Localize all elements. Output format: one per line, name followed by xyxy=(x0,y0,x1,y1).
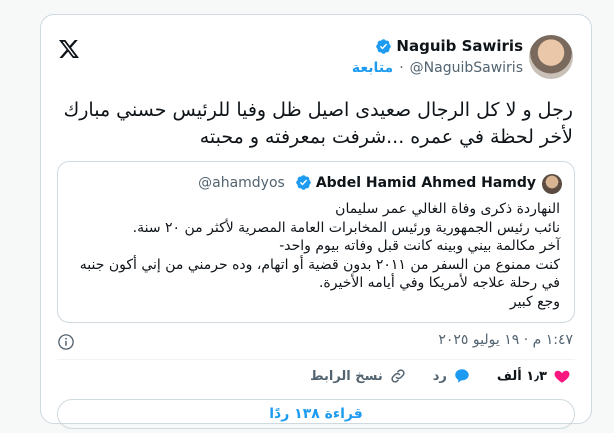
likes-count: ١٫٣ ألف xyxy=(496,368,547,384)
follow-button[interactable]: متابعة xyxy=(352,60,393,76)
copy-link-label: نسخ الرابط xyxy=(310,368,383,384)
link-icon xyxy=(391,369,405,383)
quoted-text: النهاردة ذكرى وفاة الغالي عمر سليمان نائ… xyxy=(70,200,560,311)
reply-label: رد xyxy=(432,368,447,384)
x-logo-icon[interactable] xyxy=(57,37,81,61)
verified-badge-icon xyxy=(376,38,392,54)
quoted-handle: @ahamdyos xyxy=(198,174,285,191)
info-icon[interactable] xyxy=(57,333,75,351)
quoted-tweet[interactable]: @ahamdyos Abdel Hamid Ahmed Hamdy النهار… xyxy=(57,161,575,323)
verified-badge-icon xyxy=(296,175,311,190)
quoted-avatar xyxy=(542,174,562,194)
tweet-text: رجل و لا كل الرجال صعيدى اصيل ظل وفيا لل… xyxy=(53,97,573,151)
quoted-line: كنت ممنوع من السفر من ٢٠١١ بدون قضية أو … xyxy=(79,256,560,273)
tweet-line: لأخر لحظة في عمره ...شرفت بمعرفته و محبت… xyxy=(199,126,573,148)
author-name-row[interactable]: Naguib Sawiris xyxy=(375,37,523,55)
reply-button[interactable]: رد xyxy=(433,367,471,385)
quoted-line: آخر مكالمة بيني وبينه كانت قبل وفاته بيو… xyxy=(279,238,560,254)
quoted-author-name: Abdel Hamid Ahmed Hamdy xyxy=(315,174,536,191)
avatar[interactable] xyxy=(529,35,573,79)
divider xyxy=(57,359,575,360)
heart-icon xyxy=(554,370,570,383)
author-handle[interactable]: @NaguibSawiris xyxy=(410,60,523,76)
tweet-timestamp[interactable]: ١:٤٧ م · ١٩ يوليو ٢٠٢٥ xyxy=(438,332,573,348)
author-handle-row: متابعة · @NaguibSawiris xyxy=(352,60,523,76)
quoted-line: في رحلة علاجه لأمريكا وفي أيامه الأخيرة. xyxy=(318,275,560,291)
action-bar: ١٫٣ ألف رد نسخ الرابط xyxy=(310,367,571,385)
author-name: Naguib Sawiris xyxy=(396,37,523,55)
like-button[interactable]: ١٫٣ ألف xyxy=(497,367,571,385)
tweet-card[interactable]: Naguib Sawiris متابعة · @NaguibSawiris ر… xyxy=(40,14,592,429)
reply-bubble-icon xyxy=(455,369,469,383)
quoted-line: وجع كبير xyxy=(509,293,560,310)
quoted-line: نائب رئيس الجمهورية ورئيس المخابرات العا… xyxy=(132,219,560,236)
quoted-line: النهاردة ذكرى وفاة الغالي عمر سليمان xyxy=(335,201,560,217)
tweet-line: رجل و لا كل الرجال صعيدى اصيل ظل وفيا لل… xyxy=(63,99,573,121)
separator-dot: · xyxy=(399,60,404,76)
quoted-author-row: @ahamdyos Abdel Hamid Ahmed Hamdy xyxy=(198,174,536,191)
copy-link-button[interactable]: نسخ الرابط xyxy=(310,367,407,385)
read-replies-button[interactable]: قراءة ١٣٨ ردًا xyxy=(57,399,575,429)
